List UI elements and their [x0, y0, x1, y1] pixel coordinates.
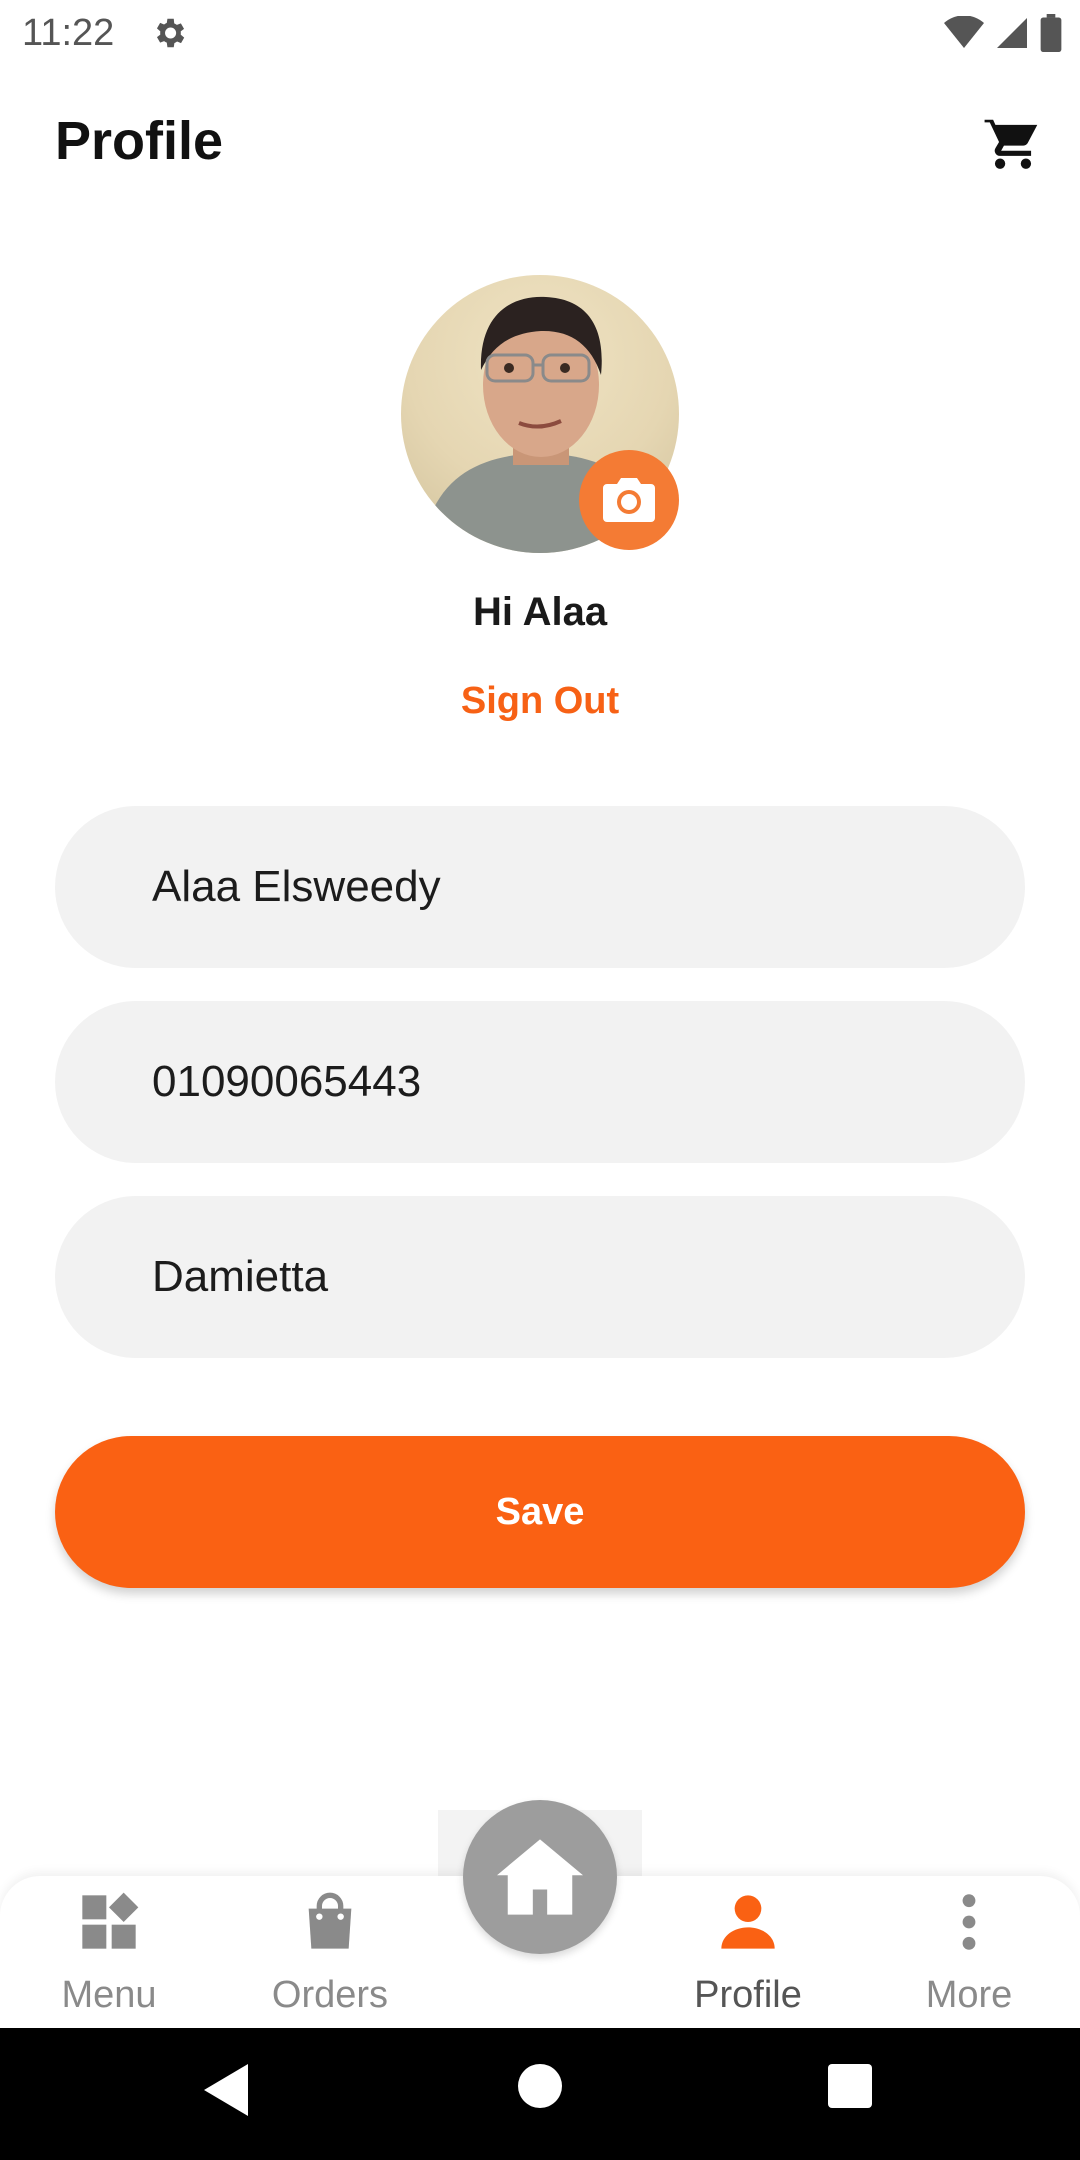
nav-label-menu: Menu [61, 1974, 157, 2016]
sign-out-link[interactable]: Sign Out [0, 680, 1080, 723]
city-input[interactable] [150, 1251, 1025, 1303]
nav-label-more: More [925, 1974, 1013, 2016]
nav-label-profile: Profile [694, 1974, 802, 2016]
back-icon[interactable] [204, 2064, 248, 2116]
home-system-icon[interactable] [518, 2064, 562, 2108]
name-input[interactable] [150, 861, 1025, 913]
status-time: 11:22 [22, 12, 115, 54]
person-icon [721, 1895, 775, 1949]
home-icon [497, 1839, 583, 1915]
cell-signal-icon [997, 18, 1027, 48]
nav-label-orders: Orders [271, 1974, 389, 2016]
save-button[interactable]: Save [55, 1436, 1025, 1588]
avatar-container [401, 275, 679, 553]
menu-grid-icon [82, 1892, 139, 1949]
status-icons [944, 14, 1062, 52]
home-button[interactable] [463, 1800, 617, 1954]
name-field[interactable] [55, 806, 1025, 968]
greeting-text: Hi Alaa [472, 590, 608, 634]
system-nav-bar [0, 2028, 1080, 2160]
nav-item-more[interactable]: More [869, 1876, 1069, 2028]
recents-icon[interactable] [828, 2064, 872, 2108]
wifi-icon [944, 16, 984, 48]
change-photo-button[interactable] [579, 450, 679, 550]
status-bar: 11:22 [0, 0, 1080, 66]
more-vertical-icon [962, 1894, 976, 1950]
phone-input[interactable] [150, 1056, 1025, 1108]
nav-item-menu[interactable]: Menu [9, 1876, 209, 2028]
settings-icon [156, 18, 185, 48]
camera-icon [603, 478, 655, 522]
shopping-bag-icon [308, 1892, 352, 1949]
nav-item-profile[interactable]: Profile [648, 1876, 848, 2028]
battery-icon [1040, 14, 1062, 52]
nav-item-orders[interactable]: Orders [230, 1876, 430, 2028]
city-field[interactable] [55, 1196, 1025, 1358]
page-title: Profile [55, 111, 224, 171]
cart-icon[interactable] [982, 112, 1044, 174]
phone-field[interactable] [55, 1001, 1025, 1163]
